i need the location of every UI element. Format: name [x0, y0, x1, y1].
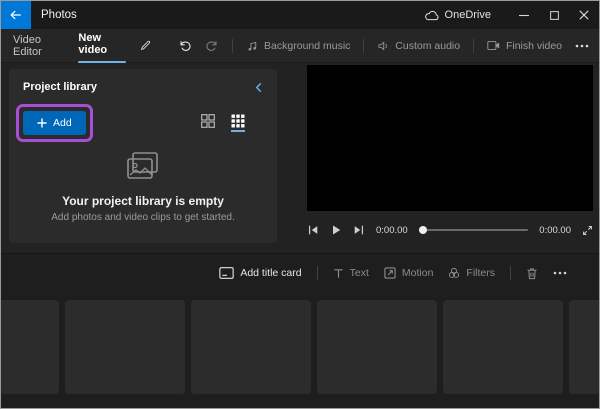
maximize-button[interactable]	[539, 1, 569, 29]
text-label: Text	[349, 267, 369, 279]
fullscreen-button[interactable]	[582, 225, 593, 236]
onedrive-status[interactable]: OneDrive	[424, 9, 491, 21]
back-arrow-icon	[9, 8, 23, 22]
close-button[interactable]	[569, 1, 599, 29]
add-title-card-icon	[219, 267, 235, 279]
filters-label: Filters	[466, 267, 495, 279]
finish-video-button[interactable]: Finish video	[487, 40, 562, 52]
app-title: Photos	[41, 9, 77, 21]
finish-video-label: Finish video	[505, 39, 562, 52]
empty-library-subtitle: Add photos and video clips to get starte…	[51, 212, 235, 223]
empty-library-title: Your project library is empty	[62, 194, 224, 208]
storyboard-card[interactable]	[569, 300, 599, 394]
storyboard-card[interactable]	[65, 300, 185, 394]
previous-frame-button[interactable]	[307, 224, 319, 236]
back-button[interactable]	[1, 1, 31, 29]
undo-button[interactable]	[178, 39, 192, 53]
project-name: New video	[78, 31, 108, 56]
storyboard-card[interactable]	[1, 300, 59, 394]
minimize-button[interactable]	[509, 1, 539, 29]
storyboard-toolbar: Add title card Text Motion Filters	[1, 254, 599, 292]
motion-button[interactable]: Motion	[384, 267, 434, 279]
seek-bar[interactable]	[418, 225, 529, 235]
filters-button[interactable]: Filters	[448, 267, 495, 279]
add-title-card-label: Add title card	[240, 267, 302, 279]
rename-project-button[interactable]	[139, 39, 152, 52]
filters-tool-icon	[448, 267, 460, 279]
storyboard-card[interactable]	[191, 300, 311, 394]
add-title-card-button[interactable]: Add title card	[219, 267, 302, 279]
photos-app-window: Photos OneDrive Video Editor New video B…	[0, 0, 600, 409]
storyboard-section: Add title card Text Motion Filters	[1, 253, 599, 408]
redo-icon	[205, 39, 219, 53]
empty-library-state: Your project library is empty Add photos…	[9, 151, 277, 223]
trash-icon	[526, 267, 538, 280]
minimize-icon	[519, 10, 529, 20]
export-video-icon	[487, 40, 500, 51]
total-duration: 0:00.00	[539, 224, 571, 236]
motion-label: Motion	[401, 267, 434, 279]
command-bar: Video Editor New video Background music …	[1, 28, 599, 64]
undo-icon	[178, 39, 192, 53]
main-area: Project library Add Your project library…	[1, 63, 599, 253]
text-tool-icon	[333, 268, 344, 279]
add-button-label: Add	[53, 117, 72, 129]
collapse-panel-button[interactable]	[254, 82, 263, 93]
titlebar: Photos OneDrive	[1, 1, 599, 29]
background-music-label: Background music	[264, 39, 351, 52]
play-button[interactable]	[330, 224, 342, 236]
text-button[interactable]: Text	[333, 267, 369, 279]
empty-library-image-icon	[125, 151, 161, 181]
seek-thumb[interactable]	[418, 226, 427, 234]
storyboard-card[interactable]	[443, 300, 563, 394]
background-music-button[interactable]: Background music	[246, 40, 350, 52]
delete-button[interactable]	[526, 267, 538, 280]
next-frame-button[interactable]	[353, 224, 365, 236]
grid-small-view-toggle[interactable]	[231, 114, 245, 132]
toolbar-divider	[232, 38, 234, 53]
motion-tool-icon	[384, 267, 396, 279]
grid-large-view-toggle[interactable]	[201, 114, 215, 132]
tab-new-video[interactable]: New video	[78, 28, 127, 64]
more-dots-icon	[553, 271, 567, 275]
music-note-icon	[246, 40, 258, 52]
toolbar-divider	[510, 266, 511, 280]
storyboard-more-button[interactable]	[553, 271, 567, 275]
playback-controls: 0:00.00 0:00.00	[307, 217, 593, 243]
close-icon	[579, 10, 589, 20]
maximize-icon	[549, 10, 559, 20]
storyboard-card[interactable]	[317, 300, 437, 394]
project-library-title: Project library	[23, 81, 97, 93]
more-dots-icon	[575, 44, 589, 48]
plus-icon	[37, 118, 47, 128]
toolbar-divider	[316, 266, 318, 280]
video-editor-breadcrumb[interactable]: Video Editor	[13, 34, 65, 58]
add-button[interactable]: Add	[23, 111, 86, 135]
video-preview[interactable]	[307, 65, 593, 211]
onedrive-label: OneDrive	[444, 9, 491, 21]
redo-button[interactable]	[205, 39, 219, 53]
custom-audio-button[interactable]: Custom audio	[377, 40, 460, 52]
storyboard-strip[interactable]	[1, 300, 599, 394]
edit-pencil-icon	[139, 39, 152, 52]
toolbar-divider	[473, 38, 474, 53]
toolbar-divider	[363, 38, 365, 53]
project-library-panel: Project library Add Your project library…	[9, 69, 277, 243]
custom-audio-label: Custom audio	[395, 39, 461, 52]
seek-track	[418, 229, 529, 231]
elapsed-time: 0:00.00	[376, 224, 408, 236]
onedrive-cloud-icon	[424, 10, 439, 21]
speaker-icon	[377, 40, 389, 52]
more-options-button[interactable]	[575, 44, 589, 48]
